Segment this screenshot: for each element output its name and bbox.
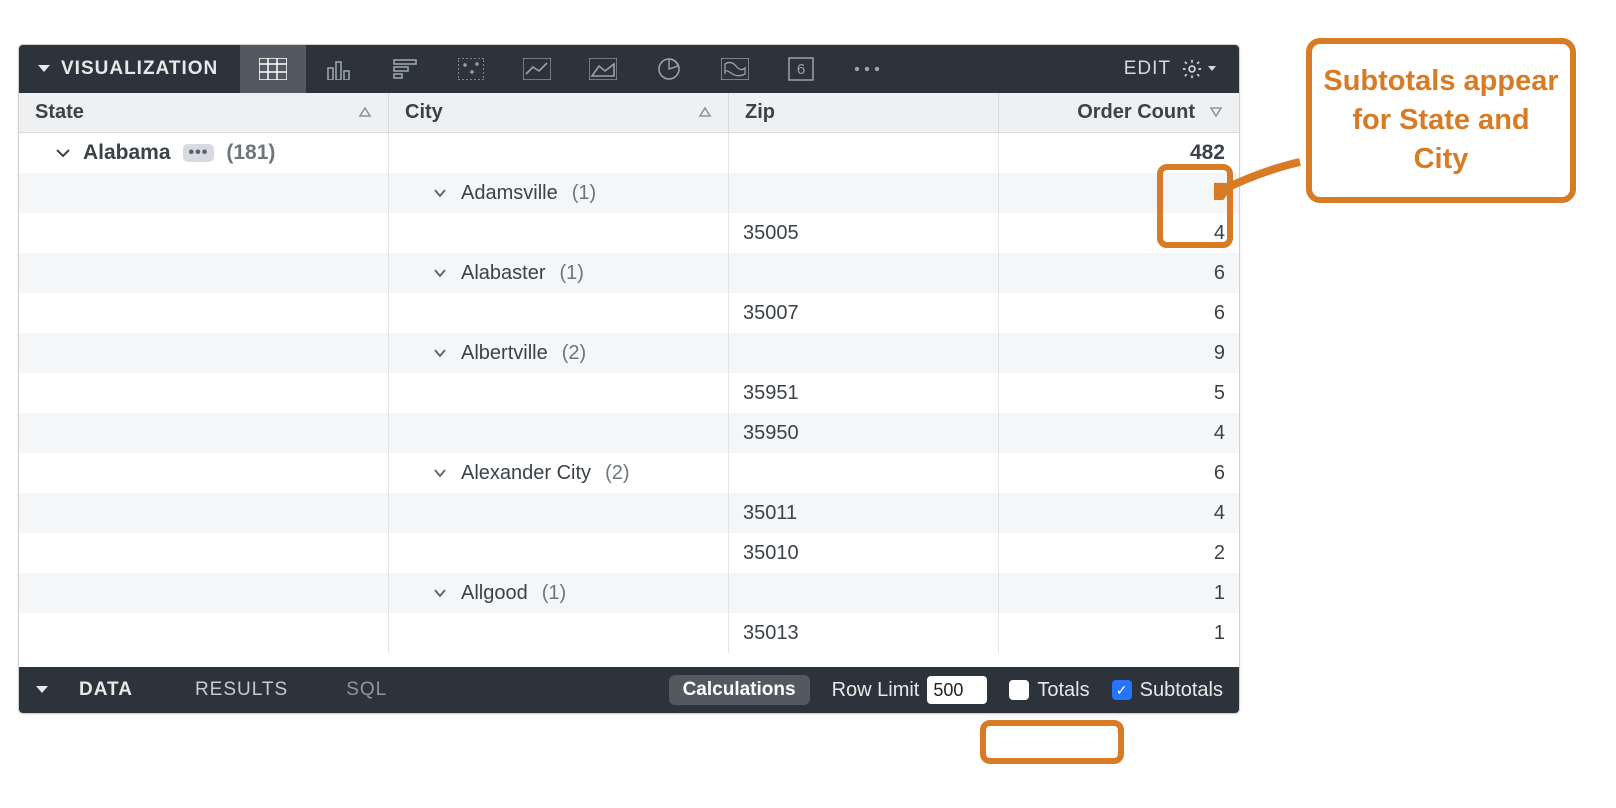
visualization-title: VISUALIZATION xyxy=(61,58,218,80)
subtotals-checkbox[interactable]: ✓ xyxy=(1112,680,1132,700)
city-count: (1) xyxy=(542,582,566,605)
zip-value: 35011 xyxy=(743,502,797,525)
order-count-value: 4 xyxy=(1214,502,1225,525)
order-count-value: 4 xyxy=(1214,422,1225,445)
city-count: (1) xyxy=(560,262,584,285)
chevron-down-icon[interactable] xyxy=(433,462,447,485)
highlight-subtotal-checkbox xyxy=(980,720,1124,764)
data-toolbar: DATA RESULTS SQL Calculations Row Limit … xyxy=(19,667,1239,713)
order-count-value: 4 xyxy=(1214,222,1225,245)
sort-asc-icon xyxy=(698,101,712,124)
viz-line-icon[interactable] xyxy=(504,45,570,93)
viz-table-icon[interactable] xyxy=(240,45,306,93)
svg-text:6: 6 xyxy=(797,61,805,78)
zip-row[interactable]: 35007 6 xyxy=(19,293,1239,333)
order-count-value: 9 xyxy=(1214,342,1225,365)
zip-value: 35010 xyxy=(743,542,799,565)
totals-checkbox[interactable] xyxy=(1009,680,1029,700)
app-frame: VISUALIZATION xyxy=(18,44,1240,714)
state-name: Alabama xyxy=(83,141,171,165)
city-row[interactable]: Allgood (1) 1 xyxy=(19,573,1239,613)
zip-value: 35951 xyxy=(743,382,799,405)
callout-box: Subtotals appear for State and City xyxy=(1306,38,1576,203)
sort-desc-icon xyxy=(1209,101,1223,124)
viz-map-icon[interactable] xyxy=(702,45,768,93)
order-count-value: 6 xyxy=(1214,302,1225,325)
header-order-count-label: Order Count xyxy=(1077,101,1195,124)
row-limit-group: Row Limit xyxy=(832,676,988,704)
sql-tab[interactable]: SQL xyxy=(346,679,387,701)
city-name: Allgood xyxy=(461,582,528,605)
zip-row[interactable]: 35951 5 xyxy=(19,373,1239,413)
chevron-down-icon[interactable] xyxy=(433,182,447,205)
calculations-button[interactable]: Calculations xyxy=(669,675,810,705)
results-tab[interactable]: RESULTS xyxy=(195,679,288,701)
callout-text: Subtotals appear for State and City xyxy=(1323,65,1558,175)
state-row[interactable]: Alabama ••• (181) 482 xyxy=(19,133,1239,173)
header-city-label: City xyxy=(405,101,443,124)
visualization-collapse-icon[interactable] xyxy=(37,64,51,74)
viz-bar-icon[interactable] xyxy=(372,45,438,93)
data-label: DATA xyxy=(79,679,133,701)
subtotals-label: Subtotals xyxy=(1140,679,1223,702)
zip-value: 35013 xyxy=(743,622,799,645)
row-limit-input[interactable] xyxy=(927,676,987,704)
subtotals-checkbox-group[interactable]: ✓ Subtotals xyxy=(1112,679,1223,702)
viz-more-icon[interactable] xyxy=(834,45,900,93)
more-icon[interactable]: ••• xyxy=(183,144,215,162)
zip-row[interactable]: 35950 4 xyxy=(19,413,1239,453)
zip-row[interactable]: 35005 4 xyxy=(19,213,1239,253)
header-zip-label: Zip xyxy=(745,101,775,124)
zip-value: 35007 xyxy=(743,302,799,325)
zip-row[interactable]: 35010 2 xyxy=(19,533,1239,573)
order-count-value: 1 xyxy=(1214,582,1225,605)
totals-checkbox-group[interactable]: Totals xyxy=(1009,679,1089,702)
order-count-value: 5 xyxy=(1214,382,1225,405)
city-row[interactable]: Alexander City (2) 6 xyxy=(19,453,1239,493)
order-count-value: 1 xyxy=(1214,622,1225,645)
viz-pie-icon[interactable] xyxy=(636,45,702,93)
order-count-value: 6 xyxy=(1214,262,1225,285)
row-limit-label: Row Limit xyxy=(832,679,920,702)
order-count-value: 2 xyxy=(1214,542,1225,565)
header-order-count[interactable]: Order Count xyxy=(999,93,1239,132)
zip-value: 35005 xyxy=(743,222,799,245)
header-zip[interactable]: Zip xyxy=(729,93,999,132)
city-name: Alabaster xyxy=(461,262,546,285)
chevron-down-icon[interactable] xyxy=(433,582,447,605)
edit-button[interactable]: EDIT xyxy=(1124,58,1171,80)
header-state[interactable]: State xyxy=(19,93,389,132)
city-count: (2) xyxy=(562,342,586,365)
table-header: State City Zip Order Count xyxy=(19,93,1239,133)
viz-column-icon[interactable] xyxy=(306,45,372,93)
city-row[interactable]: Adamsville (1) 4 xyxy=(19,173,1239,213)
header-city[interactable]: City xyxy=(389,93,729,132)
data-collapse-icon[interactable] xyxy=(35,685,49,695)
city-count: (1) xyxy=(572,182,596,205)
zip-value: 35950 xyxy=(743,422,799,445)
sort-asc-icon xyxy=(358,101,372,124)
table-body: Alabama ••• (181) 482 Adamsville (1) 4 3… xyxy=(19,133,1239,667)
chevron-down-icon[interactable] xyxy=(55,141,71,165)
settings-gear-icon[interactable] xyxy=(1181,58,1217,80)
city-row[interactable]: Alabaster (1) 6 xyxy=(19,253,1239,293)
chevron-down-icon[interactable] xyxy=(433,342,447,365)
header-state-label: State xyxy=(35,101,84,124)
totals-label: Totals xyxy=(1037,679,1089,702)
zip-row[interactable]: 35011 4 xyxy=(19,493,1239,533)
state-count: (181) xyxy=(226,141,275,165)
city-name: Adamsville xyxy=(461,182,558,205)
city-count: (2) xyxy=(605,462,629,485)
city-name: Alexander City xyxy=(461,462,591,485)
chevron-down-icon[interactable] xyxy=(433,262,447,285)
callout-arrow-icon xyxy=(1214,150,1304,200)
viz-scatter-icon[interactable] xyxy=(438,45,504,93)
zip-row[interactable]: 35013 1 xyxy=(19,613,1239,653)
city-row[interactable]: Albertville (2) 9 xyxy=(19,333,1239,373)
viz-single-value-icon[interactable]: 6 xyxy=(768,45,834,93)
viz-area-icon[interactable] xyxy=(570,45,636,93)
order-count-value: 6 xyxy=(1214,462,1225,485)
city-name: Albertville xyxy=(461,342,548,365)
visualization-toolbar: VISUALIZATION xyxy=(19,45,1239,93)
